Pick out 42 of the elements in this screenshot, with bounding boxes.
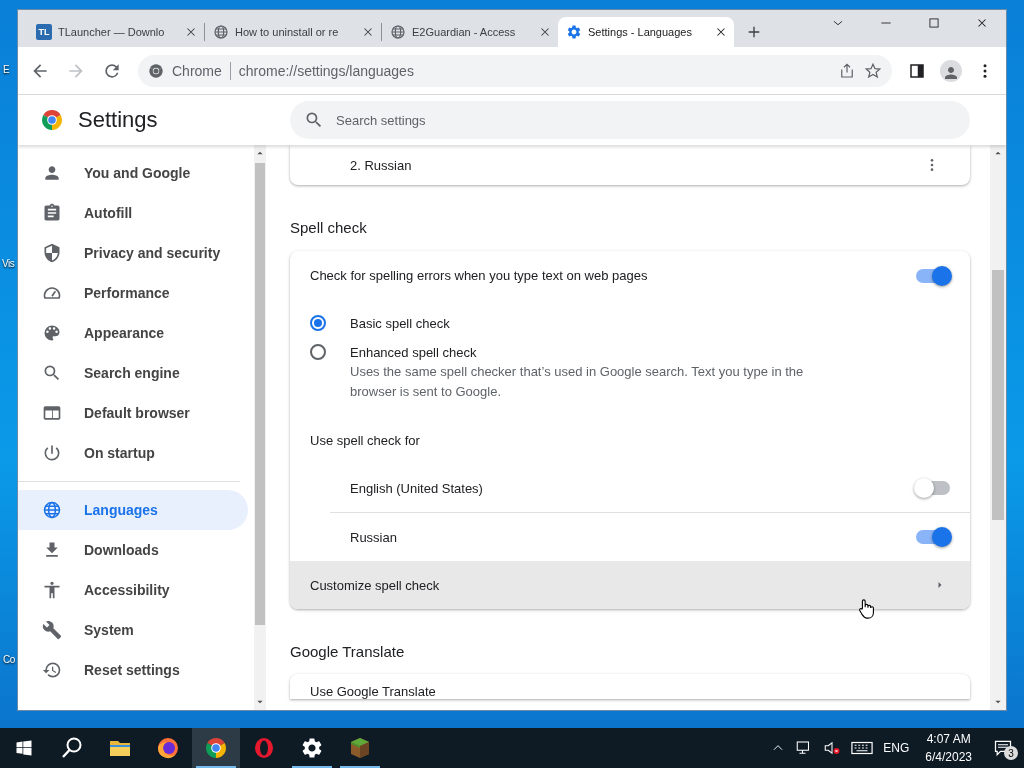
desktop-icon-label: Vis	[2, 258, 15, 269]
section-heading: Google Translate	[290, 643, 406, 660]
browser-tab[interactable]: TL TLauncher — Downlo	[28, 17, 204, 47]
sidebar-item[interactable]: Languages	[18, 490, 248, 530]
option-description: Uses the same spell checker that’s used in Google search. Text you type in the browser is sent to Google.	[350, 363, 805, 401]
notification-count: 3	[1004, 746, 1018, 760]
sidebar-item[interactable]: Search engine	[18, 353, 248, 393]
clock-time[interactable]: 4:07 AM	[926, 730, 971, 748]
sidebar-item[interactable]: Appearance	[18, 313, 248, 353]
address-bar[interactable]: Chrome chrome://settings/languages	[138, 54, 892, 87]
sidebar-item[interactable]: Default browser	[18, 393, 248, 433]
setting-label: Check for spelling errors when you type text on web pages	[310, 268, 648, 283]
language-name: 2. Russian	[350, 157, 412, 173]
browser-tab[interactable]: E2Guardian - Access	[382, 17, 558, 47]
setting-label: Use Google Translate	[310, 684, 436, 699]
sidebar-item[interactable]: Privacy and security	[18, 233, 248, 273]
option-label: Enhanced spell check	[350, 344, 478, 362]
option-label: Basic spell check	[350, 315, 450, 333]
language-label: Russian	[350, 529, 397, 545]
site-logo: TL	[36, 24, 52, 40]
clock-date[interactable]: 6/4/2023	[925, 748, 972, 766]
sidebar-item[interactable]: Autofill	[18, 193, 248, 233]
section-heading: Spell check	[290, 219, 368, 236]
url-text: chrome://settings/languages	[238, 62, 415, 79]
desktop-icon-label: E	[3, 64, 10, 75]
site-label: Chrome	[172, 62, 222, 79]
sidebar-item[interactable]: Accessibility	[18, 570, 248, 610]
sidebar-item[interactable]: You and Google	[18, 153, 248, 193]
sidebar-item[interactable]: On startup	[18, 433, 248, 473]
desktop-icon-label: Co	[3, 654, 15, 665]
language-indicator[interactable]: ENG	[883, 741, 910, 755]
search-field[interactable]: Search settings	[290, 101, 970, 139]
sidebar-item[interactable]: Reset settings	[18, 650, 248, 690]
sidebar-item[interactable]: Performance	[18, 273, 248, 313]
language-label: English (United States)	[350, 480, 483, 496]
browser-tab[interactable]: Settings - Languages	[558, 17, 734, 47]
sidebar-item[interactable]: Downloads	[18, 530, 248, 570]
settings-title: Settings	[78, 107, 158, 133]
subsection-label: Use spell check for	[309, 431, 421, 450]
sidebar-item[interactable]: System	[18, 610, 248, 650]
customize-row[interactable]: Customize spell check	[290, 561, 970, 609]
browser-tab[interactable]: How to uninstall or re	[205, 17, 381, 47]
